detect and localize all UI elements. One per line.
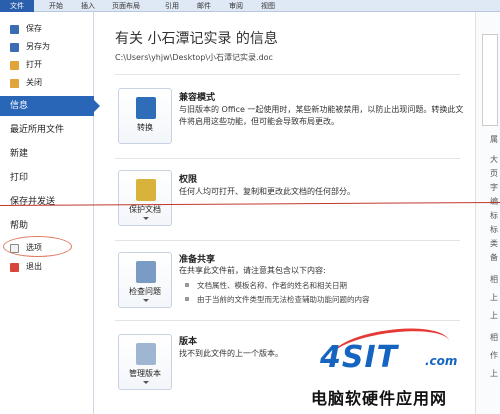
property-label-fragment: 相: [490, 275, 498, 284]
chevron-down-icon: [143, 299, 149, 302]
convert-button-label: 转换: [137, 123, 153, 132]
chevron-down-icon: [143, 217, 149, 220]
tab-view[interactable]: 视图: [254, 0, 282, 12]
close-document-icon: [10, 79, 19, 88]
permissions-title: 权限: [179, 175, 198, 185]
exit-label: 退出: [26, 262, 42, 271]
property-label-fragment: 字: [490, 183, 498, 192]
manage-versions-label: 管理版本: [129, 369, 161, 378]
compatibility-description: 与旧版本的 Office 一起使用时，某些新功能被禁用，以防止出现问题。转换此文…: [179, 105, 464, 126]
bullet-icon: [185, 283, 189, 287]
open-label: 打开: [26, 60, 42, 69]
close-label: 关闭: [26, 78, 42, 87]
save-label: 保存: [26, 24, 42, 33]
property-label-fragment: 大: [490, 155, 498, 164]
save-as-icon: [10, 43, 19, 52]
property-label-fragment: 相: [490, 333, 498, 342]
list-item: 文档属性、模板名称、作者的姓名和相关日期: [185, 280, 347, 291]
property-label-fragment: 类: [490, 239, 498, 248]
protect-document-icon: [136, 179, 156, 201]
list-item: 由于当前的文件类型而无法检查辅助功能问题的内容: [185, 294, 370, 305]
save-icon: [10, 25, 19, 34]
exit-icon: [10, 263, 19, 272]
properties-pane: 属大页字编标标类备相上上相作上: [475, 12, 500, 414]
protect-document-button[interactable]: 保护文档: [118, 170, 172, 226]
tab-review[interactable]: 审阅: [222, 0, 250, 12]
file-path: C:\Users\yhjw\Desktop\小石潭记实录.doc: [115, 53, 273, 62]
nav-print[interactable]: 打印: [0, 168, 94, 188]
chevron-down-icon: [143, 381, 149, 384]
page-title: 有关 小石潭记实录 的信息: [115, 31, 278, 47]
tab-page-layout[interactable]: 页面布局: [106, 0, 146, 12]
save-as-label: 另存为: [26, 42, 50, 51]
ribbon-tab-bar: 文件 开始 插入 页面布局 引用 邮件 审阅 视图: [0, 0, 500, 12]
nav-save-and-send[interactable]: 保存并发送: [0, 192, 94, 212]
check-issues-icon: [136, 261, 156, 283]
section-divider: [115, 320, 460, 321]
nav-help[interactable]: 帮助: [0, 216, 94, 236]
tab-file[interactable]: 文件: [0, 0, 34, 12]
tab-insert[interactable]: 插入: [74, 0, 102, 12]
document-thumbnail: [482, 34, 498, 126]
watermark-text: 电脑软硬件应用网: [311, 389, 448, 408]
annotation-oval: [3, 236, 72, 257]
bullet-text: 文档属性、模板名称、作者的姓名和相关日期: [197, 281, 347, 290]
section-divider: [115, 74, 460, 75]
property-label-fragment: 上: [490, 293, 498, 302]
nav-info[interactable]: 信息: [0, 96, 100, 116]
watermark-domain: .com: [425, 354, 458, 368]
property-label-fragment: 标: [490, 211, 498, 220]
manage-versions-icon: [136, 343, 156, 365]
prepare-sharing-description: 在共享此文件前，请注意其包含以下内容:: [179, 266, 326, 275]
bullet-text: 由于当前的文件类型而无法检查辅助功能问题的内容: [197, 295, 370, 304]
tab-references[interactable]: 引用: [158, 0, 186, 12]
prepare-sharing-title: 准备共享: [179, 255, 216, 265]
convert-button[interactable]: 转换: [118, 88, 172, 144]
section-divider: [115, 158, 460, 159]
property-label-fragment: 作: [490, 351, 498, 360]
nav-new[interactable]: 新建: [0, 144, 94, 164]
manage-versions-button[interactable]: 管理版本: [118, 334, 172, 390]
tab-mailings[interactable]: 邮件: [190, 0, 218, 12]
property-label-fragment: 标: [490, 225, 498, 234]
permissions-description: 任何人均可打开、复制和更改此文档的任何部分。: [179, 187, 355, 196]
property-label-fragment: 上: [490, 311, 498, 320]
section-divider: [115, 240, 460, 241]
property-label-fragment: 属: [490, 135, 498, 144]
compatibility-title: 兼容模式: [179, 93, 216, 103]
open-folder-icon: [10, 61, 19, 70]
watermark-logo: 4SIT: [320, 340, 399, 375]
backstage-sidebar: 保存 另存为 打开 关闭 信息 最近所用文件 新建 打印 保存并发送 帮助 选项…: [0, 12, 100, 414]
check-issues-label: 检查问题: [129, 287, 161, 296]
property-label-fragment: 上: [490, 369, 498, 378]
protect-document-label: 保护文档: [129, 205, 161, 214]
check-issues-button[interactable]: 检查问题: [118, 252, 172, 308]
bullet-icon: [185, 297, 189, 301]
convert-icon: [136, 97, 156, 119]
property-label-fragment: 页: [490, 169, 498, 178]
nav-recent[interactable]: 最近所用文件: [0, 120, 94, 140]
versions-title: 版本: [179, 337, 198, 347]
property-label-fragment: 备: [490, 253, 498, 262]
tab-home[interactable]: 开始: [42, 0, 70, 12]
